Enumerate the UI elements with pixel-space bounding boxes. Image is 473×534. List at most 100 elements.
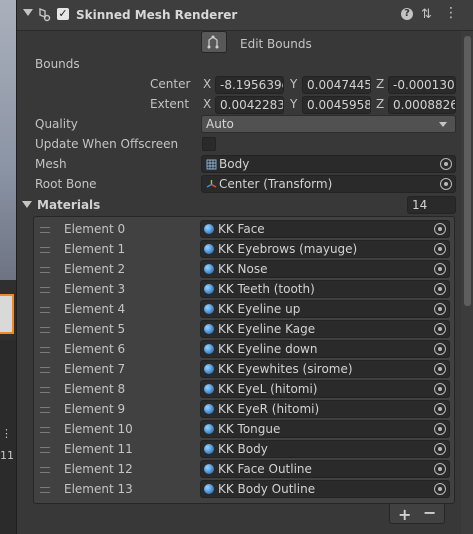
foldout-arrow-icon[interactable] xyxy=(23,9,33,16)
object-picker-icon[interactable] xyxy=(434,383,446,395)
center-y-axis-label[interactable]: Y xyxy=(290,77,297,91)
extent-z-axis-label[interactable]: Z xyxy=(376,97,384,111)
list-item[interactable]: Element 1 KK Eyebrows (mayuge) xyxy=(34,239,454,259)
extent-y-field[interactable]: 0.0045958 xyxy=(302,96,371,114)
object-picker-icon[interactable] xyxy=(434,343,446,355)
drag-handle-icon[interactable] xyxy=(40,227,50,233)
more-options-icon[interactable]: ⋮ xyxy=(444,5,458,21)
list-item[interactable]: Element 0 KK Face xyxy=(34,219,454,239)
list-item[interactable]: Element 4 KK Eyeline up xyxy=(34,299,454,319)
root-bone-value: Center (Transform) xyxy=(219,177,333,191)
material-value: KK Face xyxy=(218,222,265,236)
object-picker-icon[interactable] xyxy=(434,323,446,335)
center-y-field[interactable]: 0.0047445 xyxy=(302,76,371,94)
mesh-value: Body xyxy=(219,157,250,171)
list-item[interactable]: Element 7 KK Eyewhites (sirome) xyxy=(34,359,454,379)
center-x-field[interactable]: -8.195639e xyxy=(215,76,284,94)
drag-handle-icon[interactable] xyxy=(40,287,50,293)
drag-handle-icon[interactable] xyxy=(40,327,50,333)
mesh-field[interactable]: Body xyxy=(201,155,456,173)
object-picker-icon[interactable] xyxy=(434,303,446,315)
materials-size-field[interactable]: 14 xyxy=(407,196,456,214)
material-field[interactable]: KK Eyewhites (sirome) xyxy=(200,360,450,378)
drag-handle-icon[interactable] xyxy=(40,387,50,393)
material-field[interactable]: KK Body xyxy=(200,440,450,458)
object-picker-icon[interactable] xyxy=(434,243,446,255)
list-item[interactable]: Element 2 KK Nose xyxy=(34,259,454,279)
list-item[interactable]: Element 12 KK Face Outline xyxy=(34,459,454,479)
object-picker-icon[interactable] xyxy=(434,283,446,295)
update-offscreen-checkbox[interactable] xyxy=(202,137,216,151)
component-enabled-checkbox[interactable]: ✓ xyxy=(57,8,69,20)
presets-icon[interactable]: ⇅ xyxy=(421,7,432,22)
drag-handle-icon[interactable] xyxy=(40,447,50,453)
quality-dropdown[interactable]: Auto xyxy=(201,115,456,133)
panel-divider[interactable] xyxy=(16,0,17,534)
materials-label[interactable]: Materials xyxy=(37,198,100,212)
center-x-axis-label[interactable]: X xyxy=(203,77,211,91)
material-field[interactable]: KK Eyeline down xyxy=(200,340,450,358)
remove-element-button[interactable]: − xyxy=(423,503,436,522)
object-picker-icon[interactable] xyxy=(434,423,446,435)
list-item[interactable]: Element 5 KK Eyeline Kage xyxy=(34,319,454,339)
material-value: KK Eyewhites (sirome) xyxy=(218,362,353,376)
drag-handle-icon[interactable] xyxy=(40,427,50,433)
list-item[interactable]: Element 3 KK Teeth (tooth) xyxy=(34,279,454,299)
drag-handle-icon[interactable] xyxy=(40,247,50,253)
material-field[interactable]: KK EyeR (hitomi) xyxy=(200,400,450,418)
drag-handle-icon[interactable] xyxy=(40,487,50,493)
material-value: KK Body xyxy=(218,442,268,456)
material-field[interactable]: KK Body Outline xyxy=(200,480,450,498)
edit-bounds-button[interactable] xyxy=(201,31,227,53)
root-bone-field[interactable]: Center (Transform) xyxy=(201,175,456,193)
extent-y-axis-label[interactable]: Y xyxy=(290,97,297,111)
drag-handle-icon[interactable] xyxy=(40,367,50,373)
help-icon[interactable]: ? xyxy=(401,8,413,20)
center-z-axis-label[interactable]: Z xyxy=(376,77,384,91)
list-item[interactable]: Element 11 KK Body xyxy=(34,439,454,459)
list-item[interactable]: Element 6 KK Eyeline down xyxy=(34,339,454,359)
center-z-field[interactable]: -0.000130 xyxy=(388,76,456,94)
drag-handle-icon[interactable] xyxy=(40,267,50,273)
object-picker-icon[interactable] xyxy=(434,223,446,235)
material-field[interactable]: KK Eyebrows (mayuge) xyxy=(200,240,450,258)
material-field[interactable]: KK Eyeline Kage xyxy=(200,320,450,338)
material-field[interactable]: KK Teeth (tooth) xyxy=(200,280,450,298)
object-picker-icon[interactable] xyxy=(434,403,446,415)
mesh-icon xyxy=(206,159,217,170)
object-picker-icon[interactable] xyxy=(434,483,446,495)
scrollbar-thumb[interactable] xyxy=(464,36,471,306)
object-picker-icon[interactable] xyxy=(434,463,446,475)
material-field[interactable]: KK Face Outline xyxy=(200,460,450,478)
drag-handle-icon[interactable] xyxy=(40,467,50,473)
material-field[interactable]: KK EyeL (hitomi) xyxy=(200,380,450,398)
drag-handle-icon[interactable] xyxy=(40,307,50,313)
list-item[interactable]: Element 8 KK EyeL (hitomi) xyxy=(34,379,454,399)
quality-label: Quality xyxy=(35,117,78,131)
material-icon xyxy=(204,324,214,334)
material-field[interactable]: KK Face xyxy=(200,220,450,238)
material-field[interactable]: KK Nose xyxy=(200,260,450,278)
list-item[interactable]: Element 10 KK Tongue xyxy=(34,419,454,439)
material-field[interactable]: KK Eyeline up xyxy=(200,300,450,318)
extent-x-field[interactable]: 0.0042283 xyxy=(215,96,284,114)
add-element-button[interactable]: + xyxy=(398,505,411,524)
extent-z-field[interactable]: 0.0008826 xyxy=(388,96,456,114)
element-label: Element 6 xyxy=(64,342,126,356)
object-picker-icon[interactable] xyxy=(440,178,452,190)
object-picker-icon[interactable] xyxy=(434,263,446,275)
extent-x-axis-label[interactable]: X xyxy=(203,97,211,111)
list-item[interactable]: Element 13 KK Body Outline xyxy=(34,479,454,499)
material-field[interactable]: KK Tongue xyxy=(200,420,450,438)
list-item[interactable]: Element 9 KK EyeR (hitomi) xyxy=(34,399,454,419)
component-title: Skinned Mesh Renderer xyxy=(76,8,238,22)
drag-handle-icon[interactable] xyxy=(40,407,50,413)
drag-handle-icon[interactable] xyxy=(40,347,50,353)
scene-number: 11 xyxy=(0,449,14,462)
object-picker-icon[interactable] xyxy=(434,363,446,375)
object-picker-icon[interactable] xyxy=(434,443,446,455)
object-picker-icon[interactable] xyxy=(440,158,452,170)
materials-foldout-icon[interactable] xyxy=(22,201,32,208)
scene-sky xyxy=(0,0,16,280)
element-label: Element 7 xyxy=(64,362,126,376)
